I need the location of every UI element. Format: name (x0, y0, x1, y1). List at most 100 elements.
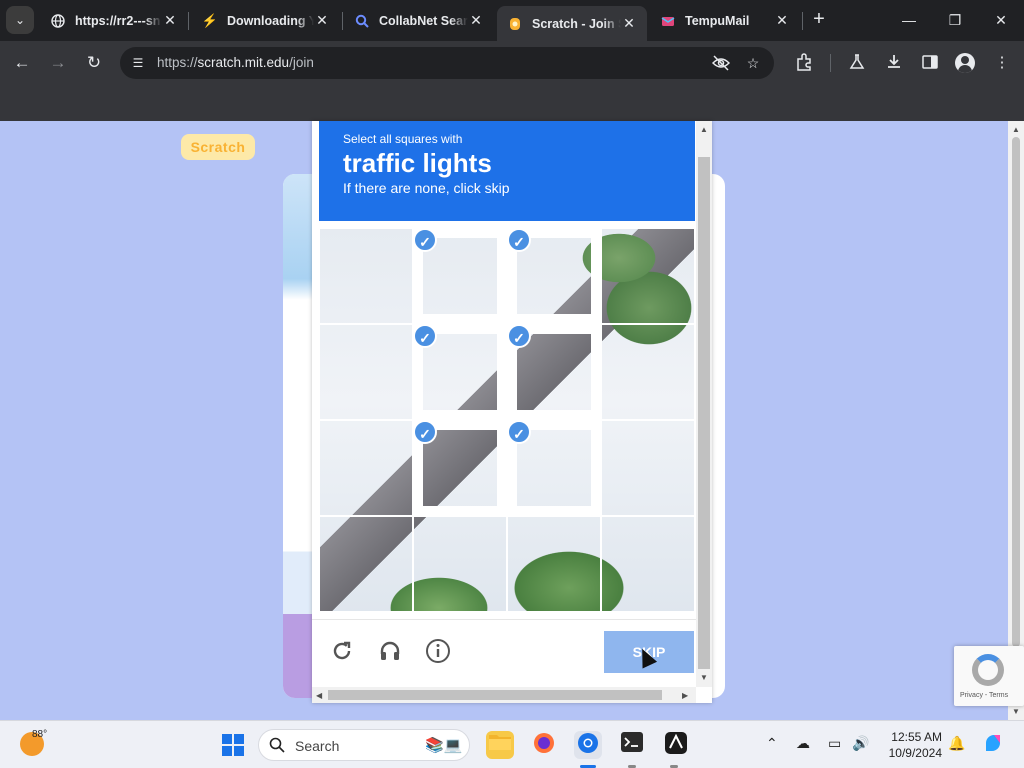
scrollbar-thumb[interactable] (1012, 137, 1020, 647)
reload-button[interactable]: ↻ (81, 50, 107, 76)
display-icon[interactable]: ▭ (828, 735, 841, 752)
terminal-icon[interactable] (618, 731, 646, 759)
grid-cell-image (517, 430, 591, 506)
windows-start-icon[interactable] (222, 734, 244, 756)
tab-search-button[interactable]: ⌄ (6, 6, 34, 34)
grid-cell-image (602, 421, 694, 515)
app-icon[interactable] (662, 731, 690, 759)
grid-cell-10[interactable]: ✓ (507, 420, 601, 516)
card-illustration (283, 174, 313, 698)
challenge-vertical-scrollbar[interactable]: ▲ ▼ (696, 121, 712, 687)
grid-cell-4[interactable] (319, 324, 413, 420)
chrome-icon[interactable] (574, 731, 602, 759)
recaptcha-logo-icon (972, 654, 1004, 686)
forward-button[interactable]: → (45, 50, 71, 76)
grid-cell-15[interactable] (601, 516, 695, 612)
tab-3[interactable]: Scratch - Join S ✕ (497, 6, 647, 41)
footer-divider (312, 619, 696, 620)
grid-cell-7[interactable] (601, 324, 695, 420)
restore-button[interactable]: ❐ (932, 6, 978, 34)
recaptcha-links[interactable]: Privacy - Terms (960, 692, 1008, 699)
challenge-header: Select all squares with traffic lights I… (319, 121, 695, 221)
search-highlight-icon: 📚💻 (425, 737, 463, 754)
audio-challenge-icon[interactable] (375, 638, 405, 668)
url-text[interactable]: https://scratch.mit.edu/join (157, 55, 314, 70)
extensions-icon[interactable] (794, 53, 814, 73)
scroll-right-icon[interactable]: ▶ (682, 691, 688, 700)
download-icon[interactable] (884, 53, 904, 73)
scrollbar-thumb[interactable] (328, 690, 662, 700)
system-clock[interactable]: 12:55 AM 10/9/2024 (884, 729, 942, 761)
close-window-button[interactable]: ✕ (978, 6, 1024, 34)
back-button[interactable]: ← (9, 50, 35, 76)
grid-cell-9[interactable]: ✓ (413, 420, 507, 516)
grid-cell-3[interactable] (601, 228, 695, 324)
site-info-icon[interactable]: ☰ (129, 54, 147, 72)
tab-1[interactable]: ⚡ Downloading Y ✕ (192, 6, 340, 35)
scrollbar-thumb[interactable] (698, 157, 710, 669)
grid-cell-5[interactable]: ✓ (413, 324, 507, 420)
grid-cell-11[interactable] (601, 420, 695, 516)
grid-cell-12[interactable] (319, 516, 413, 612)
grid-cell-image (320, 229, 412, 323)
tab-close-icon[interactable]: ✕ (468, 12, 484, 29)
refresh-icon[interactable] (327, 638, 357, 668)
tab-close-icon[interactable]: ✕ (774, 12, 790, 29)
challenge-horizontal-scrollbar[interactable]: ◀ ▶ (312, 687, 696, 703)
scroll-down-icon[interactable]: ▼ (700, 673, 708, 682)
menu-kebab-icon[interactable]: ⋮ (992, 53, 1012, 73)
eye-off-icon[interactable] (711, 54, 731, 72)
taskbar-search[interactable]: Search 📚💻 (258, 729, 470, 761)
weather-temperature[interactable]: 88° (32, 729, 47, 740)
grid-cell-image (320, 517, 412, 611)
info-icon[interactable] (423, 638, 453, 668)
challenge-prompt: Select all squares with (343, 132, 463, 146)
tab-0[interactable]: https://rr2---sn ✕ (40, 6, 188, 35)
scroll-up-icon[interactable]: ▲ (1008, 125, 1024, 134)
plus-icon: + (813, 8, 825, 30)
selected-check-icon: ✓ (507, 228, 531, 252)
scroll-up-icon[interactable]: ▲ (700, 125, 708, 134)
selected-check-icon: ✓ (413, 228, 437, 252)
tab-divider (188, 12, 189, 30)
grid-cell-image (423, 430, 497, 506)
profile-avatar[interactable] (955, 53, 975, 73)
copilot-icon[interactable] (980, 731, 1008, 759)
scroll-down-icon[interactable]: ▼ (1008, 707, 1024, 716)
page-scrollbar[interactable]: ▲ ▼ (1008, 121, 1024, 720)
labs-flask-icon[interactable] (847, 53, 867, 73)
grid-cell-image (602, 229, 694, 323)
address-bar[interactable]: ☰ https://scratch.mit.edu/join ☆ (120, 47, 774, 79)
bookmark-star-icon[interactable]: ☆ (744, 54, 762, 72)
tab-close-icon[interactable]: ✕ (162, 12, 178, 29)
tab-4[interactable]: TempuMail ✕ (650, 6, 800, 35)
notification-bell-icon[interactable]: 🔔 (948, 735, 965, 752)
side-panel-icon[interactable] (920, 53, 940, 73)
firefox-icon[interactable] (530, 731, 558, 759)
volume-icon[interactable]: 🔊 (852, 735, 869, 752)
chevron-up-icon[interactable]: ⌃ (766, 735, 778, 752)
new-tab-button[interactable]: + (808, 8, 830, 30)
search-placeholder: Search (295, 738, 340, 754)
grid-cell-13[interactable] (413, 516, 507, 612)
scratch-logo[interactable]: Scratch (181, 134, 255, 160)
grid-cell-image (320, 421, 412, 515)
reload-icon: ↻ (86, 53, 102, 72)
scroll-left-icon[interactable]: ◀ (316, 691, 322, 700)
grid-cell-8[interactable] (319, 420, 413, 516)
grid-cell-14[interactable] (507, 516, 601, 612)
file-explorer-icon[interactable] (486, 731, 514, 759)
tab-2[interactable]: CollabNet Sear ✕ (344, 6, 494, 35)
grid-cell-0[interactable] (319, 228, 413, 324)
grid-cell-6[interactable]: ✓ (507, 324, 601, 420)
image-grid: ✓ ✓ ✓ ✓ ✓ ✓ (319, 228, 695, 614)
cloud-offline-icon[interactable]: ☁ (796, 735, 810, 752)
tab-close-icon[interactable]: ✕ (314, 12, 330, 29)
grid-cell-2[interactable]: ✓ (507, 228, 601, 324)
recaptcha-badge[interactable]: Privacy - Terms (954, 646, 1024, 706)
tab-close-icon[interactable]: ✕ (621, 15, 637, 32)
minimize-button[interactable]: — (886, 6, 932, 34)
arrow-left-icon: ← (13, 53, 31, 72)
grid-cell-1[interactable]: ✓ (413, 228, 507, 324)
browser-toolbar: ← → ↻ ☰ https://scratch.mit.edu/join ☆ ⋮ (0, 41, 1024, 85)
